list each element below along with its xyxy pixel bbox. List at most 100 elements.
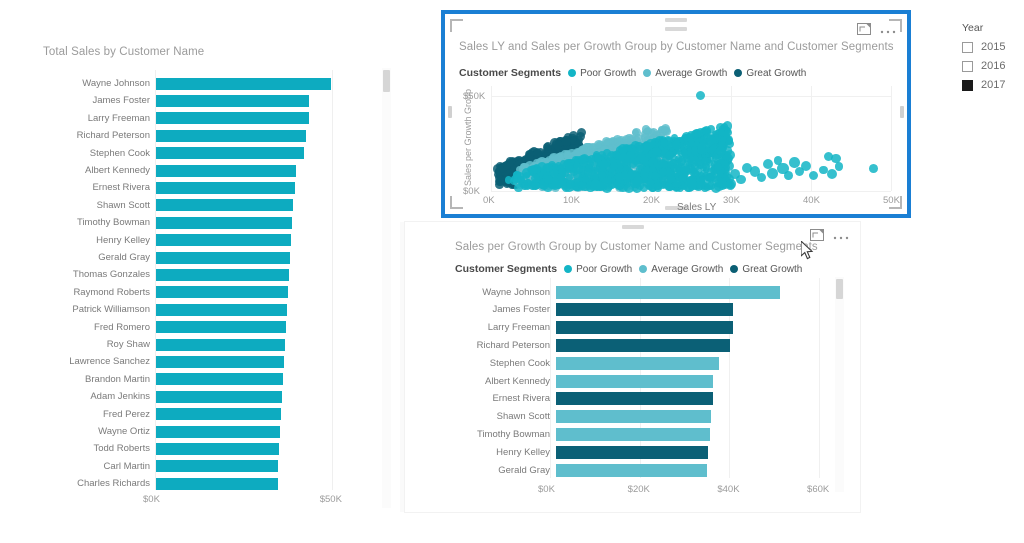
scatter-point[interactable] (613, 180, 621, 189)
bottom-chart-bar-row[interactable]: Ernest Rivera (450, 391, 713, 407)
scatter-point[interactable] (626, 170, 634, 179)
focus-mode-icon[interactable] (857, 23, 871, 35)
left-chart-scroll-track[interactable] (382, 68, 391, 508)
scatter-point[interactable] (651, 172, 659, 180)
scatter-point[interactable] (808, 171, 819, 181)
bottom-chart-bar[interactable] (556, 285, 781, 299)
bottom-chart-drag-handle[interactable] (621, 225, 644, 229)
legend-item-poor-growth[interactable]: Poor Growth (568, 68, 636, 79)
left-chart-bar-row[interactable]: Fred Romero (40, 320, 287, 335)
sales-per-growth-group-chart[interactable]: Sales per Growth Group by Customer Name … (405, 222, 860, 512)
left-chart-bar[interactable] (156, 460, 279, 473)
left-chart-bar[interactable] (156, 251, 291, 264)
drag-handle-left[interactable] (448, 106, 452, 118)
bottom-chart-bar[interactable] (556, 410, 711, 424)
scatter-point[interactable] (705, 135, 716, 146)
left-chart-bar[interactable] (156, 181, 296, 194)
bottom-chart-bar-row[interactable]: Timothy Bowman (450, 426, 710, 442)
scatter-point[interactable] (670, 158, 677, 166)
scatter-point[interactable] (726, 179, 736, 190)
left-chart-bar-row[interactable]: Albert Kennedy (40, 163, 296, 178)
left-chart-bar[interactable] (156, 129, 307, 142)
scatter-point[interactable] (572, 170, 582, 180)
bottom-chart-bar-row[interactable]: Gerald Gray (450, 462, 708, 478)
slicer-item-2017[interactable]: 2017 (962, 79, 1024, 91)
legend-item-great-growth[interactable]: Great Growth (730, 264, 802, 275)
bottom-chart-bar-row[interactable]: Wayne Johnson (450, 284, 781, 300)
scatter-point[interactable] (665, 183, 673, 191)
scatter-point[interactable] (666, 175, 675, 184)
left-chart-bar[interactable] (156, 77, 331, 90)
scatter-point[interactable] (680, 149, 688, 157)
left-chart-bar[interactable] (156, 286, 289, 299)
scatter-point[interactable] (641, 125, 651, 134)
scatter-point[interactable] (593, 153, 602, 162)
left-chart-bar-row[interactable]: Shawn Scott (40, 198, 294, 213)
drag-handle-top-secondary[interactable] (665, 27, 687, 31)
legend-item-great-growth[interactable]: Great Growth (734, 68, 806, 79)
left-chart-bar-row[interactable]: Roy Shaw (40, 337, 285, 352)
scatter-point[interactable] (598, 170, 607, 179)
scatter-point[interactable] (713, 162, 722, 172)
left-chart-bar[interactable] (156, 477, 278, 490)
left-chart-bar-row[interactable]: Stephen Cook (40, 146, 304, 161)
scatter-point[interactable] (826, 168, 837, 179)
checkbox-2015[interactable] (962, 41, 973, 53)
bottom-chart-bar-row[interactable]: Henry Kelley (450, 444, 708, 460)
left-chart-bar[interactable] (156, 442, 280, 455)
bottom-chart-scroll-track[interactable] (835, 277, 844, 492)
left-chart-bar-row[interactable]: Timothy Bowman (40, 215, 293, 230)
scatter-point[interactable] (615, 173, 624, 181)
left-chart-bar[interactable] (156, 94, 310, 107)
scatter-point[interactable] (725, 139, 734, 149)
left-chart-bar-row[interactable]: Todd Roberts (40, 441, 280, 456)
checkbox-2017[interactable] (962, 79, 973, 91)
scatter-point[interactable] (618, 157, 626, 165)
left-chart-bar-row[interactable]: Gerald Gray (40, 250, 291, 265)
scatter-point[interactable] (514, 183, 523, 193)
left-chart-bar[interactable] (156, 373, 283, 386)
left-chart-bar-row[interactable]: Larry Freeman (40, 111, 309, 126)
left-chart-bar[interactable] (156, 425, 281, 438)
left-chart-bar-row[interactable]: Richard Peterson (40, 128, 307, 143)
left-chart-bar[interactable] (156, 216, 293, 229)
left-chart-bar-row[interactable]: Adam Jenkins (40, 389, 282, 404)
legend-item-poor-growth[interactable]: Poor Growth (564, 264, 632, 275)
more-options-icon[interactable] (880, 26, 896, 34)
bottom-chart-bar-row[interactable]: Shawn Scott (450, 409, 711, 425)
bottom-chart-bar-row[interactable]: Larry Freeman (450, 320, 733, 336)
checkbox-2016[interactable] (962, 60, 973, 72)
bottom-chart-bar-row[interactable]: James Foster (450, 302, 734, 318)
scatter-point[interactable] (735, 174, 746, 185)
left-chart-bar-row[interactable]: Lawrence Sanchez (40, 354, 285, 369)
left-chart-bar-row[interactable]: Patrick Williamson (40, 302, 288, 317)
left-chart-bar-row[interactable]: Charles Richards (40, 476, 278, 491)
focus-mode-icon[interactable] (810, 229, 824, 241)
scatter-point[interactable] (702, 163, 710, 171)
scatter-point[interactable] (712, 176, 723, 187)
legend-item-average-growth[interactable]: Average Growth (639, 264, 723, 275)
left-chart-bar-row[interactable]: Wayne Johnson (40, 76, 331, 91)
left-chart-bar-row[interactable]: Henry Kelley (40, 233, 292, 248)
scatter-point[interactable] (800, 160, 812, 172)
left-chart-scroll-thumb[interactable] (383, 70, 390, 92)
bottom-chart-scroll-thumb[interactable] (836, 279, 843, 299)
scatter-point[interactable] (689, 166, 697, 175)
year-slicer[interactable]: Year 2015 2016 2017 (962, 22, 1024, 112)
left-chart-bar-row[interactable]: Carl Martin (40, 459, 279, 474)
left-chart-bar-row[interactable]: Thomas Gonzales (40, 267, 289, 282)
scatter-point[interactable] (633, 176, 643, 186)
scatter-point[interactable] (654, 182, 662, 190)
left-chart-bar[interactable] (156, 199, 294, 212)
left-chart-bar-row[interactable]: Brandon Martin (40, 372, 283, 387)
left-chart-bar[interactable] (156, 321, 287, 334)
drag-handle-top[interactable] (665, 18, 687, 22)
bottom-chart-bar[interactable] (556, 427, 710, 441)
bottom-chart-bar[interactable] (556, 321, 733, 335)
legend-item-average-growth[interactable]: Average Growth (643, 68, 727, 79)
scatter-point[interactable] (696, 91, 706, 101)
slicer-item-2015[interactable]: 2015 (962, 41, 1024, 53)
left-chart-bar[interactable] (156, 112, 309, 125)
more-options-icon[interactable] (833, 232, 849, 240)
left-chart-bar[interactable] (156, 355, 285, 368)
